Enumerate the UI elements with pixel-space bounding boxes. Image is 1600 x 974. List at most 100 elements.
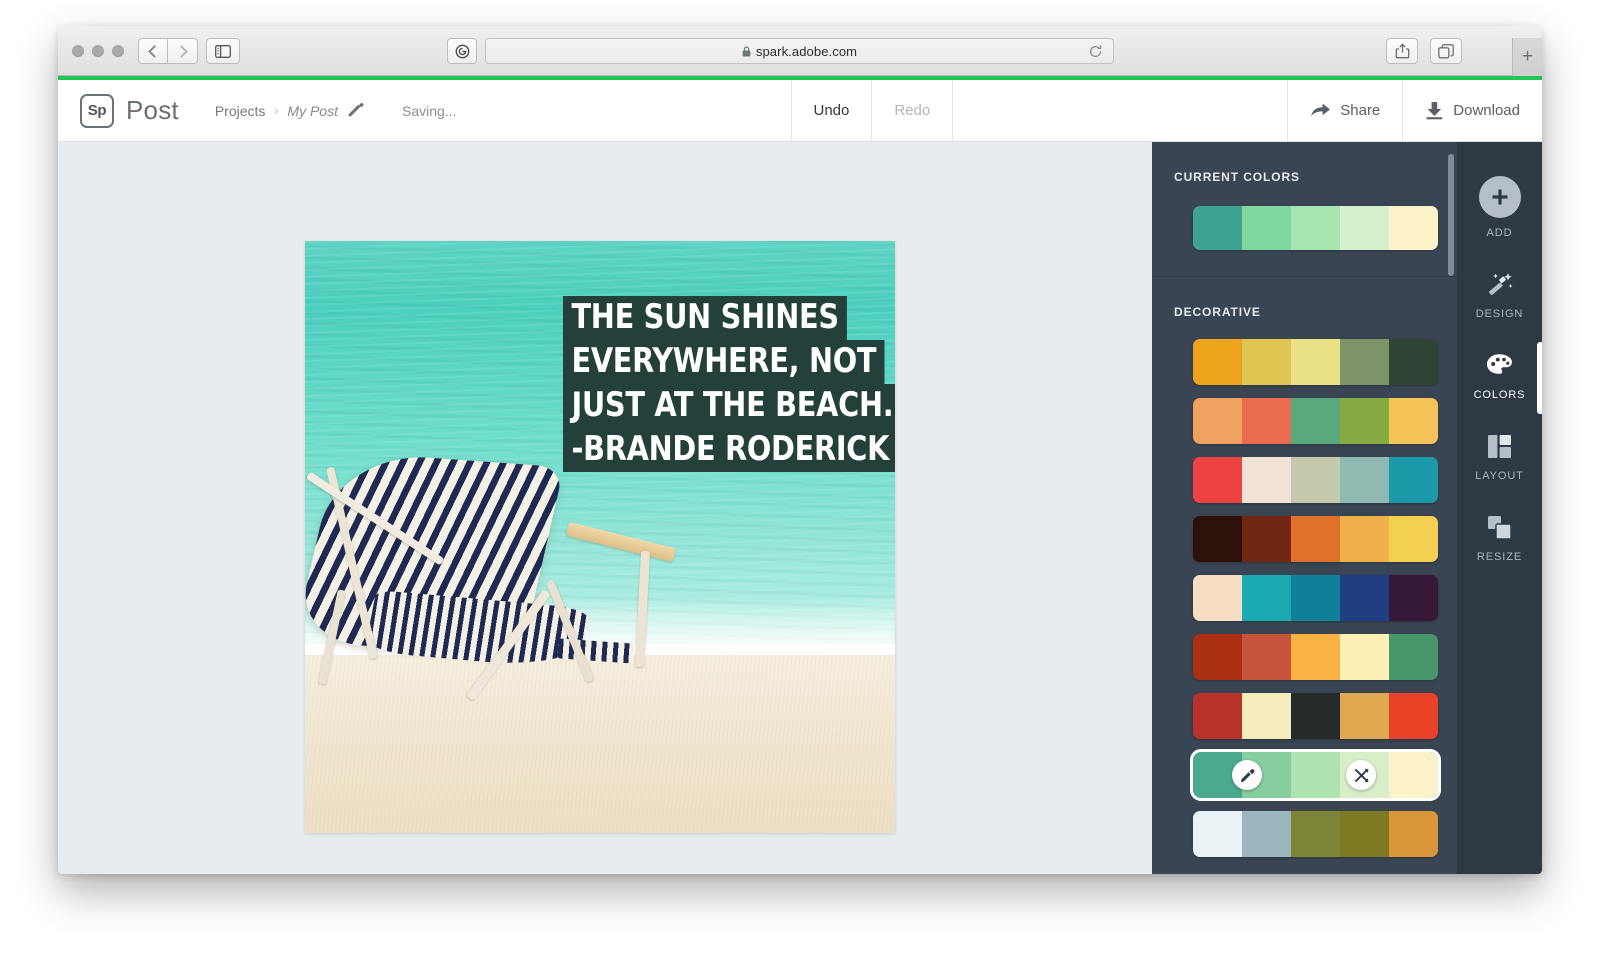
decorative-palette-row[interactable] (1193, 516, 1438, 562)
color-swatch[interactable] (1193, 575, 1242, 621)
color-swatch[interactable] (1389, 398, 1438, 444)
breadcrumb-projects-link[interactable]: Projects (215, 103, 266, 119)
window-controls[interactable] (72, 45, 124, 57)
color-swatch[interactable] (1193, 693, 1242, 739)
color-swatch[interactable] (1242, 339, 1291, 385)
current-colors-title: CURRENT COLORS (1174, 170, 1300, 184)
redo-button[interactable]: Redo (871, 80, 952, 141)
app-brand[interactable]: Sp Post (58, 80, 179, 141)
rail-item-colors[interactable]: COLORS (1457, 336, 1542, 417)
color-swatch[interactable] (1340, 693, 1389, 739)
rail-item-resize[interactable]: RESIZE (1457, 498, 1542, 579)
color-swatch[interactable] (1340, 575, 1389, 621)
rail-label-layout: LAYOUT (1475, 470, 1524, 482)
color-swatch[interactable] (1389, 206, 1438, 250)
minimize-window-button[interactable] (92, 45, 104, 57)
color-swatch[interactable] (1340, 634, 1389, 680)
eyedropper-icon[interactable] (1232, 760, 1262, 790)
color-swatch[interactable] (1340, 398, 1389, 444)
share-button[interactable]: Share (1287, 80, 1402, 141)
breadcrumb: Projects › My Post (215, 80, 364, 141)
decorative-palette-row[interactable] (1193, 457, 1438, 503)
color-swatch[interactable] (1193, 634, 1242, 680)
decorative-palette-row[interactable] (1193, 634, 1438, 680)
color-swatch[interactable] (1242, 693, 1291, 739)
color-swatch[interactable] (1340, 516, 1389, 562)
maximize-window-button[interactable] (112, 45, 124, 57)
color-swatch[interactable] (1389, 634, 1438, 680)
show-tabs-button[interactable] (1430, 38, 1462, 64)
color-swatch[interactable] (1389, 457, 1438, 503)
decorative-palette-row[interactable] (1193, 811, 1438, 857)
pencil-icon[interactable] (347, 102, 364, 119)
rail-item-design[interactable]: DESIGN (1457, 255, 1542, 336)
color-swatch[interactable] (1193, 516, 1242, 562)
sidebar-toggle-button[interactable] (206, 38, 240, 64)
header-center-spacer (952, 80, 1287, 141)
rail-item-add[interactable]: ADD (1457, 162, 1542, 255)
close-window-button[interactable] (72, 45, 84, 57)
color-swatch[interactable] (1340, 206, 1389, 250)
color-swatch[interactable] (1340, 339, 1389, 385)
color-swatch[interactable] (1242, 634, 1291, 680)
color-swatch[interactable] (1242, 457, 1291, 503)
color-swatch[interactable] (1291, 752, 1340, 798)
color-swatch[interactable] (1193, 339, 1242, 385)
color-swatch[interactable] (1291, 457, 1340, 503)
color-swatch[interactable] (1193, 206, 1242, 250)
download-arrow-icon (1426, 102, 1443, 120)
reload-button[interactable] (1088, 44, 1103, 64)
decorative-palette-row[interactable] (1193, 693, 1438, 739)
color-swatch[interactable] (1242, 811, 1291, 857)
color-swatch[interactable] (1242, 206, 1291, 250)
color-swatch[interactable] (1193, 398, 1242, 444)
color-swatch[interactable] (1291, 398, 1340, 444)
color-swatch[interactable] (1389, 516, 1438, 562)
breadcrumb-current-project[interactable]: My Post (287, 103, 338, 119)
back-button[interactable] (138, 38, 168, 64)
color-swatch[interactable] (1291, 693, 1340, 739)
color-swatch[interactable] (1291, 634, 1340, 680)
reload-icon (1089, 45, 1102, 58)
decorative-palette-row[interactable] (1193, 339, 1438, 385)
color-swatch[interactable] (1242, 398, 1291, 444)
color-swatch[interactable] (1389, 339, 1438, 385)
rail-item-layout[interactable]: LAYOUT (1457, 417, 1542, 498)
post-canvas[interactable]: THE SUN SHINES EVERYWHERE, NOT JUST AT T… (305, 241, 895, 833)
decorative-palette-row[interactable] (1193, 398, 1438, 444)
color-swatch[interactable] (1291, 516, 1340, 562)
decorative-palette-list[interactable] (1152, 339, 1457, 857)
colors-panel[interactable]: CURRENT COLORS DECORATIVE (1152, 142, 1457, 874)
current-colors-swatch-row[interactable] (1193, 206, 1438, 250)
color-swatch[interactable] (1193, 811, 1242, 857)
adobe-spark-post-editor: Sp Post Projects › My Post Saving... Und… (58, 80, 1542, 874)
new-tab-button[interactable]: + (1512, 38, 1542, 76)
color-swatch[interactable] (1291, 206, 1340, 250)
color-swatch[interactable] (1389, 811, 1438, 857)
color-swatch[interactable] (1340, 811, 1389, 857)
color-swatch[interactable] (1389, 575, 1438, 621)
color-swatch[interactable] (1291, 575, 1340, 621)
color-swatch[interactable] (1193, 457, 1242, 503)
panel-scrollbar[interactable] (1448, 154, 1454, 276)
canvas-area[interactable]: THE SUN SHINES EVERYWHERE, NOT JUST AT T… (58, 142, 1152, 874)
browser-share-button[interactable] (1386, 38, 1418, 64)
color-swatch[interactable] (1242, 516, 1291, 562)
color-swatch[interactable] (1242, 575, 1291, 621)
color-swatch[interactable] (1389, 693, 1438, 739)
address-bar[interactable]: spark.adobe.com (485, 38, 1114, 64)
forward-button[interactable] (168, 38, 198, 64)
tool-rail[interactable]: ADD DESIGN COLORS LAYOUT RESIZE (1457, 142, 1542, 874)
download-button[interactable]: Download (1402, 80, 1542, 141)
quote-text-block[interactable]: THE SUN SHINES EVERYWHERE, NOT JUST AT T… (563, 296, 895, 473)
decorative-palette-row[interactable] (1193, 575, 1438, 621)
reader-view-button[interactable] (447, 38, 477, 64)
color-swatch[interactable] (1340, 457, 1389, 503)
decorative-palette-row[interactable] (1190, 749, 1441, 801)
color-swatch[interactable] (1291, 339, 1340, 385)
color-swatch[interactable] (1291, 811, 1340, 857)
undo-button[interactable]: Undo (790, 80, 872, 141)
shuffle-icon[interactable] (1346, 760, 1376, 790)
color-swatch[interactable] (1389, 752, 1438, 798)
rail-label-design: DESIGN (1475, 308, 1524, 320)
